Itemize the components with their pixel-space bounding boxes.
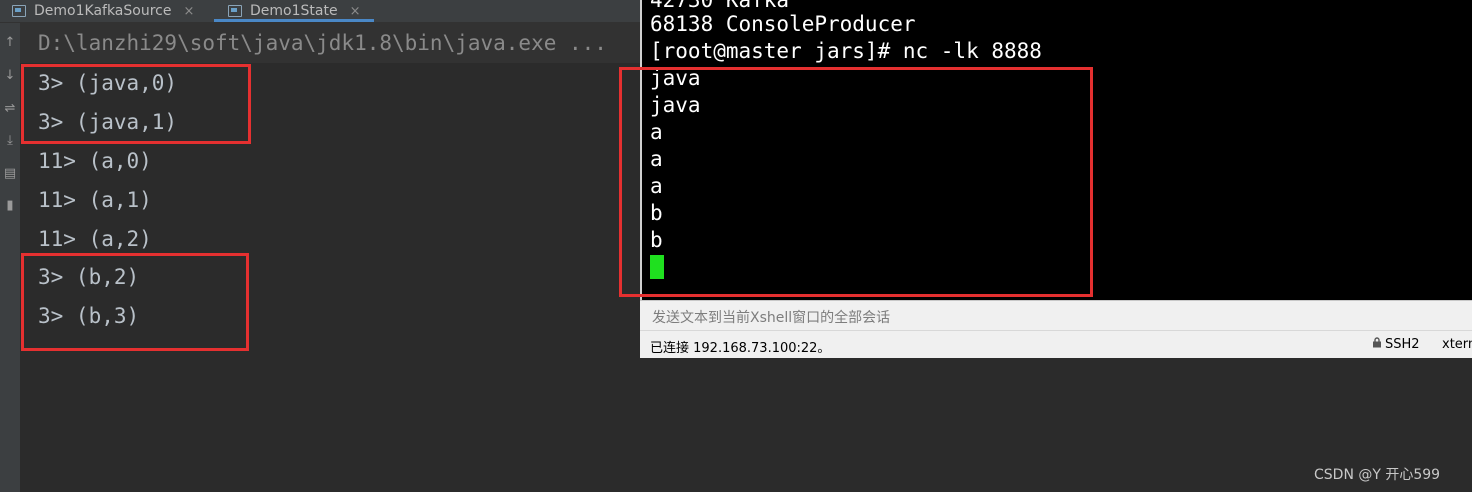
java-command: D:\lanzhi29\soft\java\jdk1.8\bin\java.ex… bbox=[38, 31, 607, 55]
scroll-to-end-icon[interactable]: ⤓ bbox=[2, 133, 18, 149]
trash-icon[interactable]: ▮ bbox=[2, 198, 18, 214]
terminal-line: 42730 Kafka bbox=[650, 0, 790, 12]
tab-demo1kafkasource[interactable]: Demo1KafkaSource × bbox=[12, 0, 194, 22]
console-line: 11> (a,2) bbox=[38, 227, 152, 251]
arrow-up-icon[interactable]: ↑ bbox=[2, 35, 18, 51]
send-to-all-sessions-bar[interactable]: 发送文本到当前Xshell窗口的全部会话 bbox=[640, 300, 1472, 330]
console-line: 11> (a,0) bbox=[38, 149, 152, 173]
run-command-line: D:\lanzhi29\soft\java\jdk1.8\bin\java.ex… bbox=[20, 23, 640, 63]
xshell-status-bar: 已连接 192.168.73.100:22。 SSH2 xterm bbox=[640, 330, 1472, 358]
csdn-watermark: CSDN @Y 开心599 bbox=[1314, 467, 1441, 483]
terminal-line: 68138 ConsoleProducer bbox=[650, 12, 916, 36]
terminal-prompt-line: [root@master jars]# nc -lk 8888 bbox=[650, 39, 1042, 63]
close-icon[interactable]: × bbox=[183, 4, 194, 19]
connection-status: 已连接 192.168.73.100:22。 bbox=[650, 341, 831, 356]
highlight-box-b bbox=[21, 253, 249, 351]
print-icon[interactable]: ▤ bbox=[2, 166, 18, 182]
console-line: 11> (a,1) bbox=[38, 188, 152, 212]
send-to-all-placeholder: 发送文本到当前Xshell窗口的全部会话 bbox=[652, 310, 891, 326]
tab-label: Demo1KafkaSource bbox=[34, 3, 172, 19]
soft-wrap-icon[interactable]: ⇌ bbox=[2, 101, 18, 117]
console-tab-icon bbox=[228, 5, 242, 17]
console-toolbar: ↑ ↓ ⇌ ⤓ ▤ ▮ bbox=[0, 23, 20, 492]
console-tab-icon bbox=[12, 5, 26, 17]
lock-icon bbox=[1372, 337, 1382, 352]
tab-label: Demo1State bbox=[250, 3, 338, 19]
highlight-box-terminal-input bbox=[619, 67, 1093, 297]
active-tab-indicator bbox=[214, 19, 374, 22]
highlight-box-java bbox=[21, 64, 251, 144]
close-icon[interactable]: × bbox=[350, 4, 361, 19]
arrow-down-icon[interactable]: ↓ bbox=[2, 68, 18, 84]
terminal-type-label: xterm bbox=[1442, 337, 1472, 352]
protocol-label: SSH2 bbox=[1385, 337, 1420, 352]
editor-tab-bar: Demo1KafkaSource × Demo1State × bbox=[0, 0, 640, 23]
